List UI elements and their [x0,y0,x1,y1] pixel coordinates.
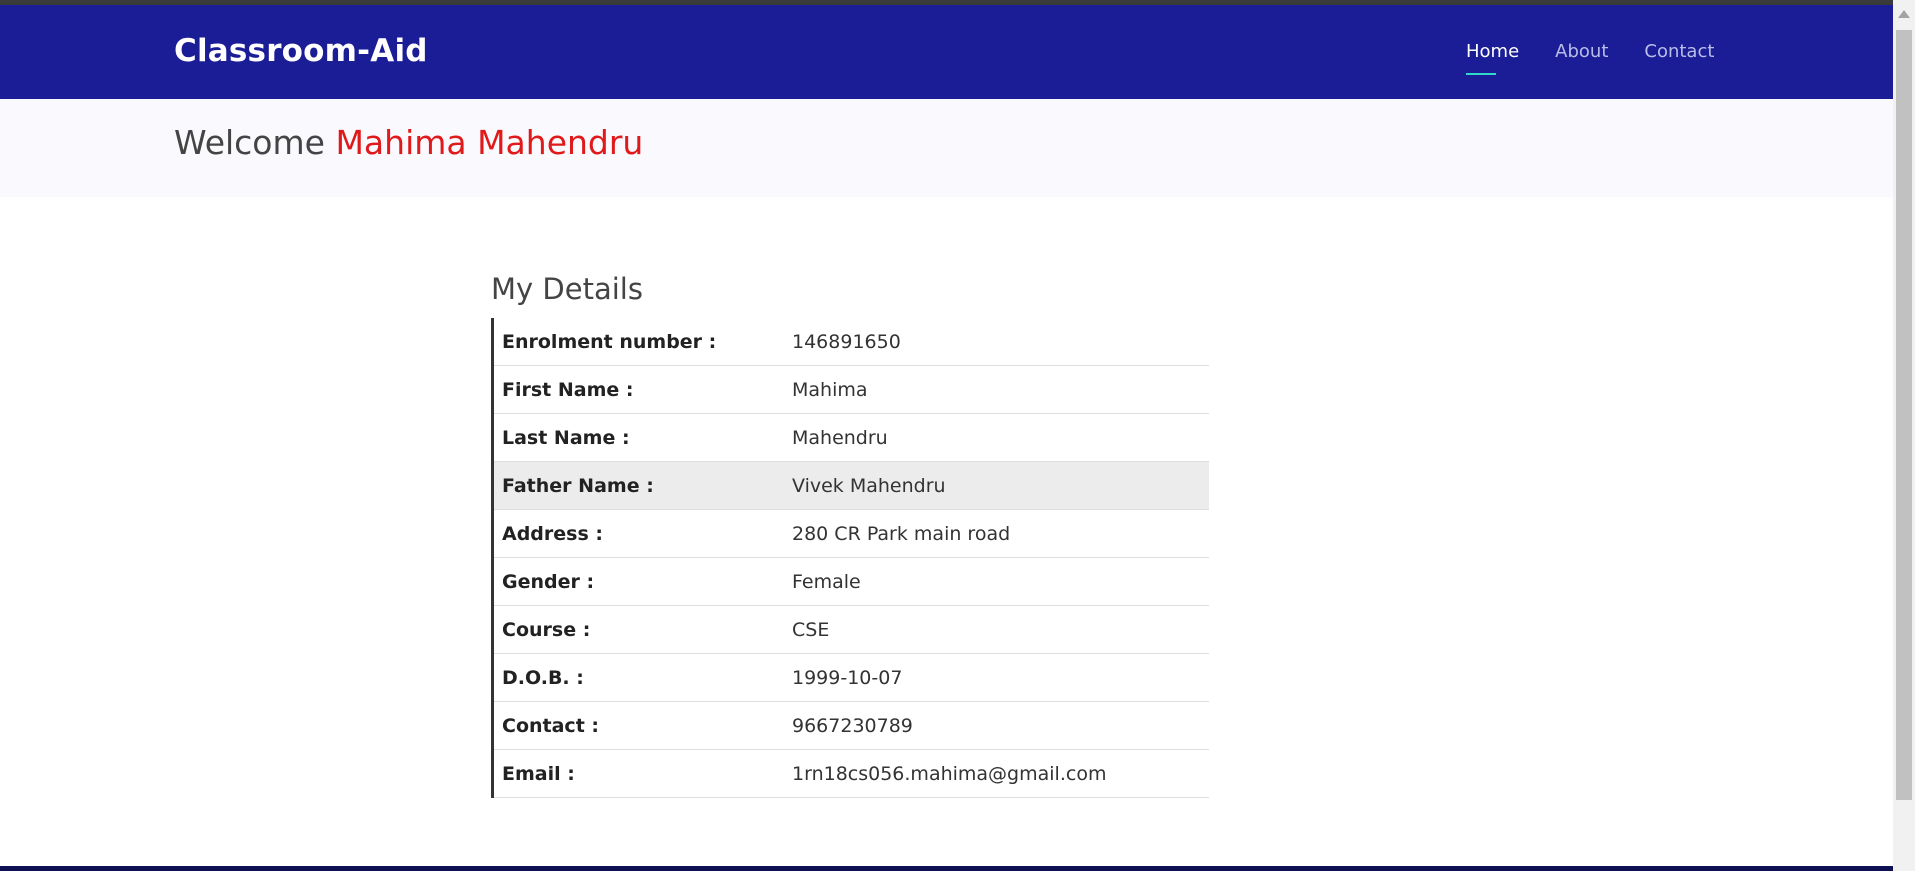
details-label: Address : [502,522,603,545]
details-value: 280 CR Park main road [792,522,1011,545]
details-value: Mahima [792,378,868,401]
details-row-father-name: Father Name : Vivek Mahendru [494,462,1209,510]
details-label: Course : [502,618,591,641]
details-value: CSE [792,618,830,641]
details-label: Last Name : [502,426,630,449]
brand-logo[interactable]: Classroom-Aid [174,33,428,69]
details-value: Female [792,570,861,593]
page: Classroom-Aid Home About Contact Welcome… [0,0,1915,871]
navbar: Classroom-Aid Home About Contact [0,5,1893,99]
details-row-first-name: First Name : Mahima [494,366,1209,414]
details-label: Gender : [502,570,595,593]
welcome-prefix: Welcome [174,123,325,162]
details-label: Email : [502,762,575,785]
details-row-dob: D.O.B. : 1999-10-07 [494,654,1209,702]
details-value: 9667230789 [792,714,913,737]
page-scrollbar[interactable] [1893,0,1915,871]
details-row-address: Address : 280 CR Park main road [494,510,1209,558]
welcome-user-name: Mahima Mahendru [335,123,644,162]
scroll-up-arrow-icon[interactable] [1898,10,1910,18]
details-row-contact: Contact : 9667230789 [494,702,1209,750]
footer-bar [0,866,1893,871]
scrollbar-thumb[interactable] [1896,30,1912,800]
details-value: 1999-10-07 [792,666,903,689]
details-value: 146891650 [792,330,901,353]
details-label: First Name : [502,378,634,401]
my-details-section: My Details Enrolment number : 146891650 … [491,272,1209,798]
details-row-course: Course : CSE [494,606,1209,654]
details-row-email: Email : 1rn18cs056.mahima@gmail.com [494,750,1209,798]
nav-link-contact[interactable]: Contact [1644,41,1714,62]
details-label: Contact : [502,714,599,737]
details-label: Enrolment number : [502,330,717,353]
nav-links: Home About Contact [1466,41,1714,75]
welcome-banner: Welcome Mahima Mahendru [0,99,1893,197]
details-table: Enrolment number : 146891650 First Name … [491,318,1209,798]
details-title: My Details [491,272,643,306]
details-row-last-name: Last Name : Mahendru [494,414,1209,462]
nav-link-home[interactable]: Home [1466,41,1519,75]
details-value: Vivek Mahendru [792,474,946,497]
details-label: D.O.B. : [502,666,584,689]
details-row-enrolment: Enrolment number : 146891650 [494,318,1209,366]
details-value: Mahendru [792,426,888,449]
nav-link-about[interactable]: About [1555,41,1608,62]
details-row-gender: Gender : Female [494,558,1209,606]
details-label: Father Name : [502,474,654,497]
welcome-heading: Welcome Mahima Mahendru [174,123,643,162]
details-value: 1rn18cs056.mahima@gmail.com [792,762,1107,785]
